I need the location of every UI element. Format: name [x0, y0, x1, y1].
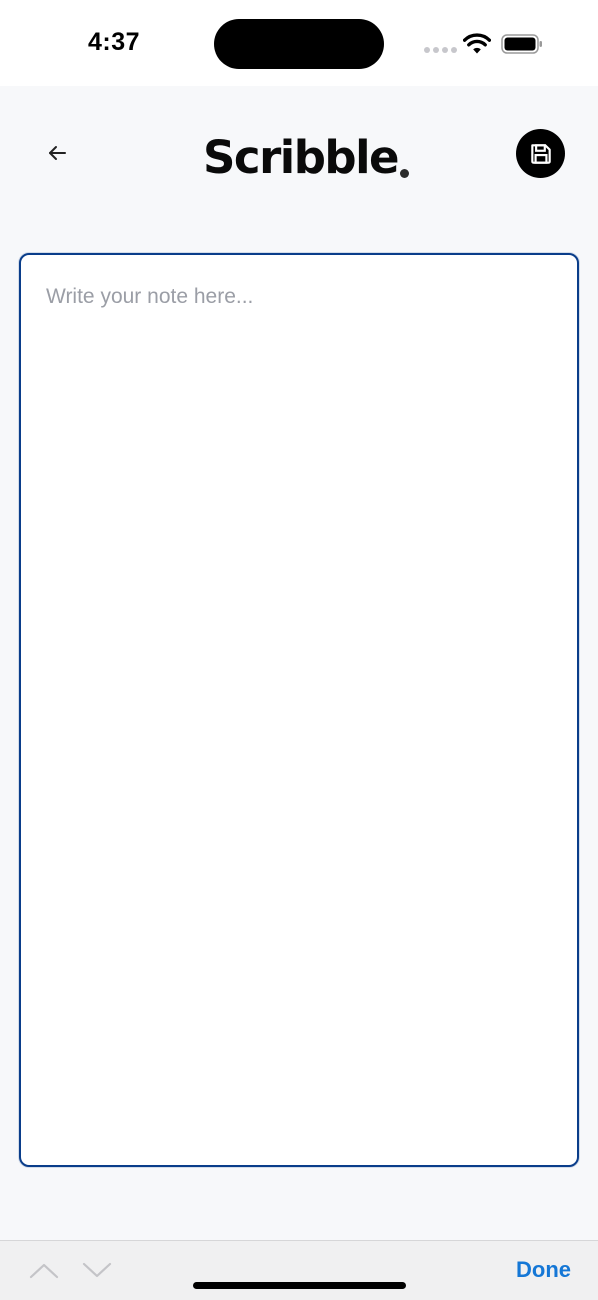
chevron-up-icon[interactable] — [27, 1255, 61, 1285]
keyboard-accessory-bar: Done — [0, 1240, 598, 1300]
note-input[interactable] — [19, 253, 579, 1167]
logo-dot — [400, 169, 410, 178]
dynamic-island — [214, 19, 384, 69]
arrow-left-icon — [49, 146, 66, 160]
done-button[interactable]: Done — [516, 1257, 571, 1283]
status-bar: 4:37 — [0, 0, 598, 86]
home-indicator — [193, 1282, 406, 1289]
signal-icon — [424, 47, 457, 53]
screen: 4:37 Scribble Write your note here... Do… — [0, 0, 598, 1300]
app-header: Scribble — [0, 86, 598, 226]
floppy-disk-icon — [530, 143, 551, 164]
status-time: 4:37 — [88, 28, 141, 56]
logo-text: Scribble — [203, 131, 400, 184]
wifi-icon — [463, 33, 491, 54]
save-button[interactable] — [516, 129, 565, 178]
back-button[interactable] — [36, 132, 78, 174]
chevron-down-icon[interactable] — [80, 1255, 114, 1285]
app-logo: Scribble — [203, 124, 410, 184]
battery-icon — [501, 34, 542, 54]
